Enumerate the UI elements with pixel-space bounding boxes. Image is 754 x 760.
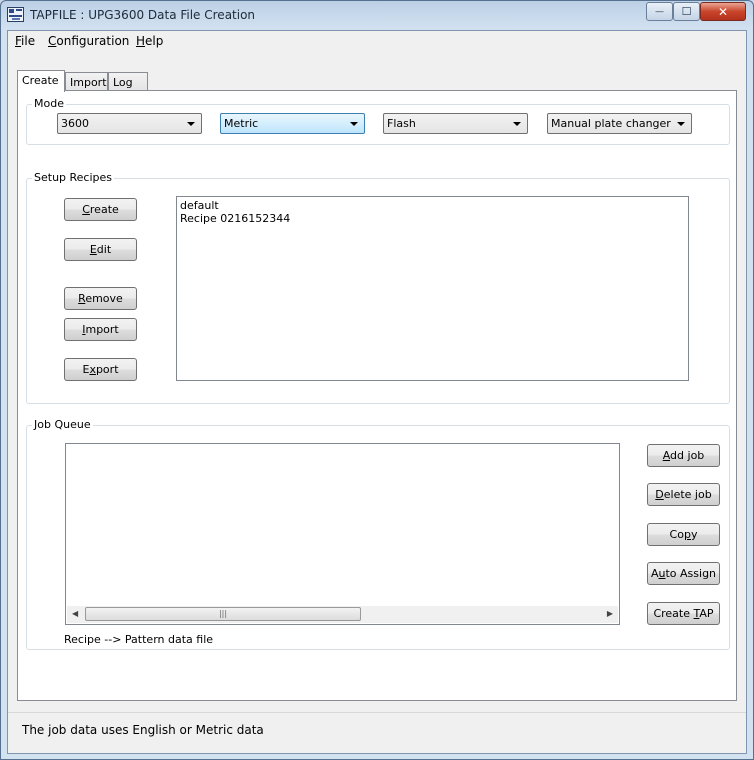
tab-create-label: Create: [22, 74, 59, 87]
mode-group-label: Mode: [32, 97, 66, 110]
tab-import[interactable]: Import: [65, 72, 108, 92]
add-job-label: dd job: [670, 449, 705, 462]
create-tab-panel: Mode 3600 Metric Flash Manual plate chan…: [17, 90, 737, 701]
mode-group: Mode 3600 Metric Flash Manual plate chan…: [26, 97, 730, 145]
memory-select-value: Flash: [387, 117, 416, 130]
close-icon: ✕: [717, 4, 729, 19]
memory-select[interactable]: Flash: [383, 113, 528, 134]
menu-file[interactable]: File: [15, 34, 35, 48]
scroll-right-icon[interactable]: ▶: [607, 609, 613, 618]
job-queue-list[interactable]: ◀ ||| ▶: [65, 443, 620, 625]
tab-import-label: Import: [70, 76, 107, 89]
export-recipe-label: port: [95, 363, 119, 376]
create-tap-label: AP: [699, 607, 714, 620]
app-window: TAPFILE : UPG3600 Data File Creation — ☐…: [0, 0, 754, 760]
menu-bar: File Configuration Help: [8, 31, 746, 51]
copy-job-accel: p: [683, 528, 691, 541]
scroll-left-icon[interactable]: ◀: [72, 609, 78, 618]
remove-recipe-label: emove: [85, 292, 123, 305]
setup-recipes-group: Setup Recipes Create Edit Remove Import …: [26, 171, 730, 404]
units-select[interactable]: Metric: [220, 113, 365, 134]
export-recipe-button[interactable]: Export: [64, 358, 137, 381]
add-job-button[interactable]: Add job: [647, 444, 720, 467]
list-item[interactable]: Recipe 0216152344: [177, 212, 688, 225]
job-queue-group: Job Queue ◀ ||| ▶ Add job Delete job Cop…: [26, 418, 730, 650]
app-icon: [7, 7, 24, 22]
create-tap-button[interactable]: Create TAP: [647, 602, 720, 625]
copy-job-button[interactable]: Copy: [647, 523, 720, 546]
model-select-value: 3600: [61, 117, 89, 130]
tab-log[interactable]: Log: [108, 72, 148, 92]
close-button[interactable]: ✕: [700, 2, 746, 21]
plate-changer-select-value: Manual plate changer: [551, 117, 671, 130]
maximize-button[interactable]: ☐: [673, 2, 700, 21]
units-select-value: Metric: [224, 117, 259, 130]
list-item[interactable]: default: [177, 199, 688, 212]
client-area: File Configuration Help Create Import Lo…: [7, 30, 747, 754]
chevron-down-icon: [187, 122, 195, 126]
title-bar[interactable]: TAPFILE : UPG3600 Data File Creation — ☐…: [1, 1, 753, 30]
tab-log-label: Log: [113, 76, 133, 89]
remove-recipe-button[interactable]: Remove: [64, 287, 137, 310]
minimize-icon: —: [655, 6, 664, 17]
window-title: TAPFILE : UPG3600 Data File Creation: [30, 8, 256, 22]
plate-changer-select[interactable]: Manual plate changer: [547, 113, 692, 134]
horizontal-scrollbar[interactable]: ◀ ||| ▶: [67, 606, 618, 623]
recipe-list[interactable]: default Recipe 0216152344: [176, 196, 689, 381]
auto-assign-prefix: A: [650, 567, 659, 580]
auto-assign-label: to Assign: [665, 567, 717, 580]
scrollbar-thumb[interactable]: |||: [85, 607, 361, 621]
setup-recipes-label: Setup Recipes: [32, 171, 115, 184]
chevron-down-icon: [513, 122, 521, 126]
menu-help-label: elp: [145, 34, 164, 48]
edit-recipe-label: dit: [96, 243, 112, 256]
import-recipe-label: mport: [85, 323, 119, 336]
delete-job-button[interactable]: Delete job: [647, 483, 720, 506]
import-recipe-button[interactable]: Import: [64, 318, 137, 341]
create-recipe-button[interactable]: Create: [64, 198, 137, 221]
chevron-down-icon: [677, 122, 685, 126]
delete-job-accel: D: [655, 488, 664, 501]
status-text: The job data uses English or Metric data: [22, 723, 264, 737]
delete-job-label: elete job: [663, 488, 712, 501]
status-bar: The job data uses English or Metric data: [8, 712, 746, 753]
model-select[interactable]: 3600: [57, 113, 202, 134]
menu-configuration[interactable]: Configuration: [48, 34, 129, 48]
tab-create[interactable]: Create: [17, 70, 65, 92]
create-recipe-label: reate: [89, 203, 119, 216]
edit-recipe-button[interactable]: Edit: [64, 238, 137, 261]
menu-help-accel: H: [136, 34, 146, 48]
copy-job-prefix: Co: [669, 528, 684, 541]
create-tap-prefix: Create: [653, 607, 694, 620]
create-recipe-accel: C: [82, 203, 90, 216]
copy-job-label: y: [690, 528, 698, 541]
menu-configuration-label: onfiguration: [56, 34, 130, 48]
job-queue-label: Job Queue: [32, 418, 93, 431]
maximize-icon: ☐: [681, 5, 692, 18]
menu-help[interactable]: Help: [136, 34, 163, 48]
chevron-down-icon: [350, 122, 358, 126]
auto-assign-button[interactable]: Auto Assign: [647, 562, 720, 585]
add-job-accel: A: [662, 449, 671, 462]
menu-file-label: ile: [21, 34, 36, 48]
minimize-button[interactable]: —: [646, 2, 673, 21]
edit-recipe-accel: E: [89, 243, 97, 256]
job-queue-caption: Recipe --> Pattern data file: [64, 633, 214, 646]
